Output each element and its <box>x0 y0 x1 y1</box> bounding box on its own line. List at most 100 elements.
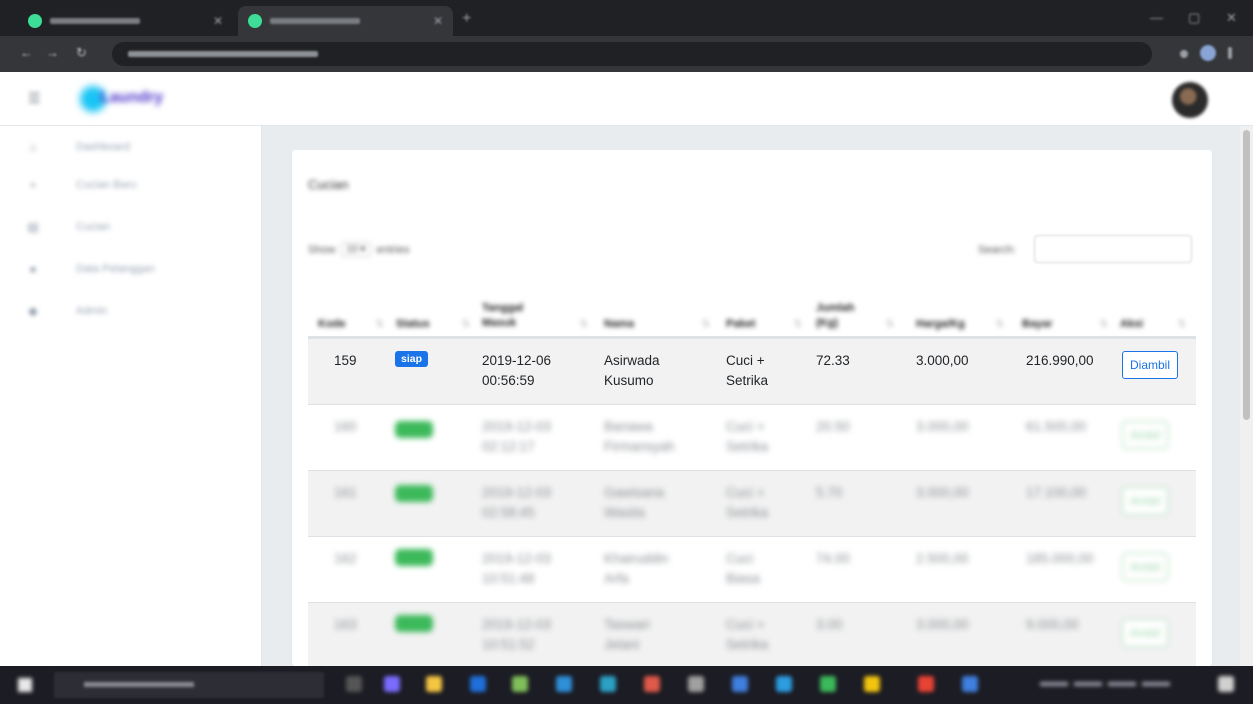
app-icon[interactable] <box>644 676 660 692</box>
column-header-bayar[interactable]: Bayar ⇅ <box>1022 284 1112 338</box>
column-label: Status <box>396 318 430 330</box>
sidebar-item-label: Data Pelanggan <box>76 263 155 275</box>
sidebar-item-cucian-baru[interactable]: + Cucian Baru <box>26 174 136 196</box>
cell-kode: 160 <box>334 419 357 434</box>
table-row: 163 2019-12-03 10:51:52 Taswari Jelani C… <box>308 602 1196 666</box>
close-window-button[interactable]: ✕ <box>1226 10 1237 26</box>
search-input[interactable] <box>1034 235 1192 263</box>
cell-tanggal: 2019-12-03 10:51:52 <box>482 617 552 652</box>
taskbar-search-input[interactable] <box>54 672 324 698</box>
column-label: Tanggal Masuk <box>482 302 524 329</box>
cell-paket: Cuci + Setrika <box>726 419 769 454</box>
cell-kode: 162 <box>334 551 357 566</box>
cell-paket: Cuci + Setrika <box>726 485 769 520</box>
column-header-harga[interactable]: Harga/Kg ⇅ <box>916 284 1008 338</box>
sidebar-item-data-pelanggan[interactable]: ● Data Pelanggan <box>26 258 155 280</box>
column-header-aksi[interactable]: Aksi ⇅ <box>1120 284 1190 338</box>
ambil-button[interactable]: Ambil <box>1122 553 1169 581</box>
browser-tab-1[interactable]: ✕ <box>18 6 233 36</box>
cucian-card: Cucian Show 10 ▾ entries Search: Kode ⇅ S… <box>292 150 1212 666</box>
status-badge <box>395 485 433 502</box>
column-header-tanggal[interactable]: Tanggal Masuk ⇅ <box>482 284 592 338</box>
app-icon[interactable] <box>512 676 528 692</box>
ambil-button[interactable]: Ambil <box>1122 487 1169 515</box>
diambil-button[interactable]: Diambil <box>1122 351 1179 379</box>
entries-select[interactable]: 10 ▾ <box>340 242 372 257</box>
column-header-status[interactable]: Status ⇅ <box>396 284 474 338</box>
table-header: Kode ⇅ Status ⇅ Tanggal Masuk ⇅ Nama ⇅ Paket… <box>308 284 1196 338</box>
forward-button[interactable]: → <box>46 45 59 60</box>
column-label: Harga/Kg <box>916 318 965 330</box>
show-label: Show <box>308 243 336 256</box>
column-header-nama[interactable]: Nama ⇅ <box>604 284 714 338</box>
scrollbar-thumb[interactable] <box>1243 130 1250 420</box>
close-tab-icon[interactable]: ✕ <box>213 14 223 28</box>
app-icon[interactable] <box>962 676 978 692</box>
notification-icon[interactable] <box>1218 676 1234 692</box>
cell-bayar: 185.000,00 <box>1026 551 1094 566</box>
taskbar-search-placeholder <box>84 682 194 687</box>
edge-icon[interactable] <box>470 676 486 692</box>
sidebar-item-cucian[interactable]: ▤ Cucian <box>26 216 110 238</box>
menu-icon[interactable]: ☰ <box>28 90 41 107</box>
app-icon[interactable] <box>776 676 792 692</box>
cell-jumlah: 74.00 <box>816 551 850 566</box>
ambil-button[interactable]: Ambil <box>1122 619 1169 647</box>
profile-icon[interactable] <box>1200 45 1216 61</box>
basket-icon: ▤ <box>27 220 39 234</box>
minimize-button[interactable]: — <box>1150 10 1163 25</box>
new-tab-button[interactable]: + <box>462 10 471 28</box>
sidebar-item-admin[interactable]: ◆ Admin <box>26 300 107 322</box>
more-menu-icon[interactable] <box>1228 47 1232 59</box>
sort-icon: ⇅ <box>375 319 384 330</box>
column-header-jumlah[interactable]: Jumlah (Kg) ⇅ <box>816 284 898 338</box>
cell-nama: Gawisana Wasita <box>604 485 665 520</box>
search-label: Search: <box>978 244 1016 256</box>
file-explorer-icon[interactable] <box>426 676 442 692</box>
chrome-icon[interactable] <box>918 676 934 692</box>
system-tray[interactable] <box>1040 678 1170 690</box>
reload-button[interactable]: ↻ <box>76 45 87 61</box>
app-icon[interactable] <box>820 676 836 692</box>
app-icon[interactable] <box>384 676 400 692</box>
cell-tanggal: 2019-12-03 10:51:48 <box>482 551 552 586</box>
star-icon[interactable] <box>1180 50 1188 58</box>
back-button[interactable]: ← <box>20 45 33 60</box>
browser-tabbar: ✕ ✕ + — ▢ ✕ <box>0 0 1253 36</box>
status-badge <box>395 549 433 566</box>
windows-start-icon[interactable] <box>18 678 32 692</box>
cell-harga: 3.000,00 <box>916 485 969 500</box>
column-header-kode[interactable]: Kode ⇅ <box>318 284 388 338</box>
cell-nama: Khairuddin Arfa <box>604 551 669 586</box>
maximize-button[interactable]: ▢ <box>1188 10 1200 26</box>
avatar[interactable] <box>1172 82 1208 118</box>
cell-jumlah: 72.33 <box>816 353 850 368</box>
brand-name[interactable]: Laundry <box>100 89 163 107</box>
sidebar-item-dashboard[interactable]: ⌂ Dashboard <box>26 136 129 158</box>
sidebar-item-label: Cucian <box>76 221 111 233</box>
cell-bayar: 61.500,00 <box>1026 419 1087 434</box>
cell-kode: 161 <box>334 485 357 500</box>
close-tab-icon[interactable]: ✕ <box>433 14 443 28</box>
task-view-icon[interactable] <box>346 676 362 692</box>
app-icon[interactable] <box>556 676 572 692</box>
column-header-paket[interactable]: Paket ⇅ <box>726 284 806 338</box>
app-icon[interactable] <box>688 676 704 692</box>
ambil-button[interactable]: Ambil <box>1122 421 1169 449</box>
status-badge <box>395 615 433 632</box>
sort-icon: ⇅ <box>793 319 802 330</box>
url-input[interactable] <box>112 42 1152 66</box>
app-icon[interactable] <box>600 676 616 692</box>
app-icon[interactable] <box>864 676 880 692</box>
app-icon[interactable] <box>732 676 748 692</box>
status-badge <box>395 421 433 438</box>
cell-jumlah: 20.50 <box>816 419 850 434</box>
sort-icon: ⇅ <box>995 319 1004 330</box>
entries-select-value: 10 <box>346 244 358 255</box>
browser-tab-2[interactable]: ✕ <box>238 6 453 36</box>
status-badge: siap <box>395 351 429 367</box>
sidebar: ⌂ Dashboard + Cucian Baru ▤ Cucian ● Dat… <box>0 126 262 666</box>
cell-harga: 2.500,00 <box>916 551 969 566</box>
address-bar: ← → ↻ <box>0 36 1253 72</box>
page-scrollbar[interactable] <box>1240 126 1253 666</box>
